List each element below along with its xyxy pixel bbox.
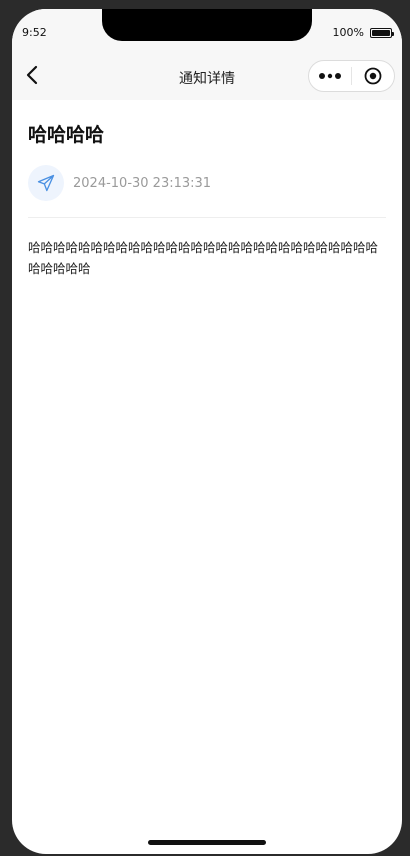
status-time: 9:52 <box>22 26 47 39</box>
target-circle-icon <box>364 67 382 85</box>
paper-plane-icon <box>37 174 55 192</box>
notice-title: 哈哈哈哈 <box>28 124 105 146</box>
notice-body: 哈哈哈哈哈哈哈哈哈哈哈哈哈哈哈哈哈哈哈哈哈哈哈哈哈哈哈哈哈哈哈哈哈 <box>28 240 379 276</box>
notice-timestamp: 2024-10-30 23:13:31 <box>73 175 212 191</box>
battery-fill <box>372 29 390 36</box>
battery-percent: 100% <box>332 26 364 39</box>
battery-icon <box>370 27 394 38</box>
notice-content: 哈哈哈哈 2024-10-30 23:13:31 哈哈哈哈哈哈哈哈哈哈哈哈哈哈哈… <box>12 100 402 279</box>
status-right: 100% <box>332 26 394 39</box>
more-dots-icon <box>319 73 341 79</box>
home-indicator <box>148 840 266 845</box>
close-mini-program-button[interactable] <box>352 61 394 91</box>
more-button[interactable] <box>309 61 351 91</box>
notice-meta: 2024-10-30 23:13:31 <box>28 165 386 201</box>
sender-avatar <box>28 165 64 201</box>
divider <box>28 217 386 218</box>
phone-frame: 9:52 100% 通知详情 哈哈哈哈 2024-10-30 23:13:31 … <box>12 9 402 854</box>
mini-program-capsule <box>308 60 395 92</box>
nav-bar: 通知详情 <box>12 53 402 100</box>
notch <box>102 9 312 41</box>
